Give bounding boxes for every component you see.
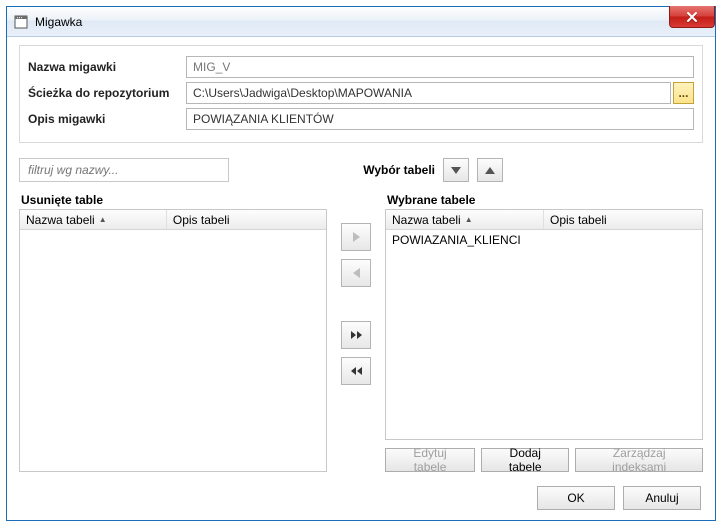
selected-col-name[interactable]: Nazwa tabeli ▲	[386, 210, 544, 229]
close-button[interactable]	[669, 6, 715, 28]
selected-tables-header: Nazwa tabeli ▲ Opis tabeli	[386, 210, 702, 230]
add-one-button[interactable]	[341, 223, 371, 251]
removed-tables-header: Nazwa tabeli ▲ Opis tabeli	[20, 210, 326, 230]
title-bar: Migawka	[7, 7, 715, 37]
remove-one-button[interactable]	[341, 259, 371, 287]
add-all-button[interactable]	[341, 321, 371, 349]
cell-desc	[544, 238, 702, 242]
app-icon	[13, 14, 29, 30]
table-selection-label: Wybór tabeli	[363, 163, 435, 177]
client-area: Nazwa migawki Ścieżka do repozytorium ..…	[7, 37, 715, 520]
removed-tables-grid[interactable]: Nazwa tabeli ▲ Opis tabeli	[19, 209, 327, 472]
selected-tables-grid[interactable]: Nazwa tabeli ▲ Opis tabeli POWIAZANIA_KL…	[385, 209, 703, 440]
form-panel: Nazwa migawki Ścieżka do repozytorium ..…	[19, 45, 703, 143]
window-title: Migawka	[35, 15, 82, 29]
manage-indexes-button[interactable]: Zarządzaj indeksami	[575, 448, 703, 472]
snapshot-name-label: Nazwa migawki	[28, 60, 186, 74]
cancel-button[interactable]: Anuluj	[623, 486, 701, 510]
edit-tables-button[interactable]: Edytuj tabele	[385, 448, 475, 472]
snapshot-desc-input[interactable]	[186, 108, 694, 130]
removed-col-name[interactable]: Nazwa tabeli ▲	[20, 210, 167, 229]
removed-col-desc[interactable]: Opis tabeli	[167, 210, 326, 229]
ok-button[interactable]: OK	[537, 486, 615, 510]
shuttle-controls	[327, 189, 385, 472]
sort-asc-icon: ▲	[465, 215, 473, 224]
selected-tables-caption: Wybrane tabele	[387, 193, 703, 207]
chevron-down-icon	[451, 167, 461, 174]
snapshot-name-input[interactable]	[186, 56, 694, 78]
chevron-left-icon	[353, 268, 360, 278]
tables-area: Usunięte table Nazwa tabeli ▲ Opis tabel…	[19, 189, 703, 472]
dialog-window: Migawka Nazwa migawki Ścieżka do repozyt…	[6, 6, 716, 521]
repo-path-label: Ścieżka do repozytorium	[28, 86, 186, 100]
removed-tables-caption: Usunięte table	[21, 193, 327, 207]
selected-col-desc[interactable]: Opis tabeli	[544, 210, 702, 229]
close-icon	[686, 12, 698, 22]
chevron-up-icon	[485, 167, 495, 174]
table-row[interactable]: POWIAZANIA_KLIENCI	[386, 230, 702, 250]
move-up-button[interactable]	[477, 158, 503, 182]
move-down-button[interactable]	[443, 158, 469, 182]
sort-asc-icon: ▲	[99, 215, 107, 224]
dialog-buttons: OK Anuluj	[19, 486, 703, 510]
cell-name: POWIAZANIA_KLIENCI	[386, 231, 544, 249]
selected-tables-body: POWIAZANIA_KLIENCI	[386, 230, 702, 439]
add-tables-button[interactable]: Dodaj tabele	[481, 448, 569, 472]
double-chevron-left-icon	[351, 367, 362, 375]
repo-path-input[interactable]	[186, 82, 671, 104]
remove-all-button[interactable]	[341, 357, 371, 385]
double-chevron-right-icon	[351, 331, 362, 339]
browse-button[interactable]: ...	[673, 82, 694, 104]
grid-actions: Edytuj tabele Dodaj tabele Zarządzaj ind…	[385, 448, 703, 472]
removed-tables-body	[20, 230, 326, 471]
chevron-right-icon	[353, 232, 360, 242]
snapshot-desc-label: Opis migawki	[28, 112, 186, 126]
filter-input[interactable]	[19, 158, 229, 182]
filter-row: Wybór tabeli	[19, 157, 703, 183]
